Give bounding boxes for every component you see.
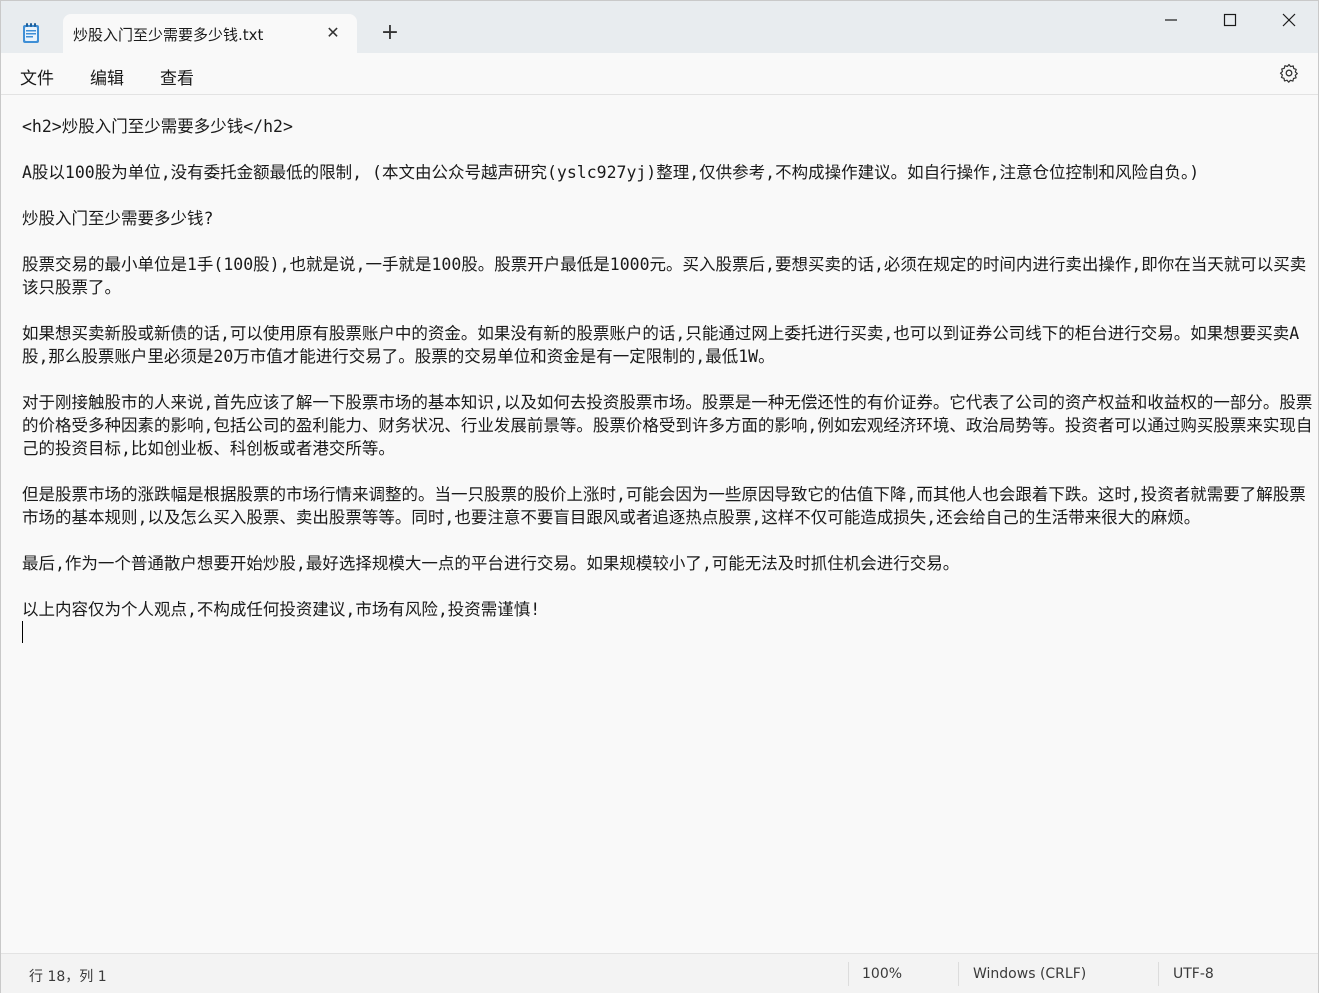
document-line: ​ (22, 529, 1318, 552)
document-line: 以上内容仅为个人观点,不构成任何投资建议,市场有风险,投资需谨慎! (22, 600, 541, 619)
document-line: ​ (22, 230, 1318, 253)
status-bar: 行 18，列 1 100% Windows (CRLF) UTF-8 (1, 953, 1318, 993)
document-line: ​ (22, 368, 1318, 391)
tab-title: 炒股入门至少需要多少钱.txt (73, 26, 264, 44)
close-tab-icon[interactable]: ✕ (323, 23, 343, 43)
document-text[interactable]: <h2>炒股入门至少需要多少钱</h2> ​ A股以100股为单位,没有委托金额最低… (22, 115, 1318, 644)
minimize-icon (1165, 19, 1177, 21)
document-line: <h2>炒股入门至少需要多少钱</h2> (22, 117, 293, 136)
document-line: ​ (22, 460, 1318, 483)
new-tab-button[interactable]: + (379, 22, 401, 44)
caret-line (22, 621, 1318, 644)
document-line: 炒股入门至少需要多少钱? (22, 209, 214, 228)
maximize-button[interactable] (1210, 7, 1250, 33)
text-caret (22, 621, 23, 643)
menu-bar: 文件 编辑 查看 (1, 53, 1318, 95)
line-ending[interactable]: Windows (CRLF) (973, 966, 1086, 982)
menu-view[interactable]: 查看 (160, 64, 194, 89)
cursor-position: 行 18，列 1 (29, 969, 107, 985)
document-line: 最后,作为一个普通散户想要开始炒股,最好选择规模大一点的平台进行交易。如果规模较… (22, 554, 960, 573)
document-line: 股票交易的最小单位是1手(100股),也就是说,一手就是100股。股票开户最低是… (22, 255, 1307, 297)
text-editor[interactable]: <h2>炒股入门至少需要多少钱</h2> ​ A股以100股为单位,没有委托金额最低… (1, 95, 1318, 953)
menu-edit[interactable]: 编辑 (90, 64, 124, 89)
encoding[interactable]: UTF-8 (1173, 966, 1214, 982)
document-line: ​ (22, 575, 1318, 598)
tab-document[interactable]: 炒股入门至少需要多少钱.txt ✕ (63, 14, 357, 53)
status-divider (848, 962, 849, 986)
document-line: 对于刚接触股市的人来说,首先应该了解一下股票市场的基本知识,以及如何去投资股票市… (22, 393, 1313, 458)
close-window-button[interactable] (1269, 7, 1309, 33)
menu-file[interactable]: 文件 (20, 64, 54, 89)
close-icon (1282, 13, 1296, 27)
zoom-level[interactable]: 100% (862, 966, 902, 982)
document-line: 但是股票市场的涨跌幅是根据股票的市场行情来调整的。当一只股票的股价上涨时,可能会… (22, 485, 1306, 527)
minimize-button[interactable] (1151, 7, 1191, 33)
notepad-app-icon (21, 22, 41, 44)
status-divider (958, 962, 959, 986)
maximize-icon (1223, 13, 1237, 27)
document-line: ​ (22, 299, 1318, 322)
status-divider (1158, 962, 1159, 986)
settings-gear-icon[interactable] (1279, 63, 1299, 83)
document-line: 如果想买卖新股或新债的话,可以使用原有股票账户中的资金。如果没有新的股票账户的话… (22, 324, 1300, 366)
title-bar[interactable]: 炒股入门至少需要多少钱.txt ✕ + (1, 1, 1318, 53)
notepad-window: 炒股入门至少需要多少钱.txt ✕ + 文件 编辑 查看 <h2>炒股入门至少需… (0, 0, 1319, 993)
document-line: A股以100股为单位,没有委托金额最低的限制, (本文由公众号越声研究(yslc… (22, 163, 1200, 182)
document-line: ​ (22, 138, 1318, 161)
document-line: ​ (22, 184, 1318, 207)
